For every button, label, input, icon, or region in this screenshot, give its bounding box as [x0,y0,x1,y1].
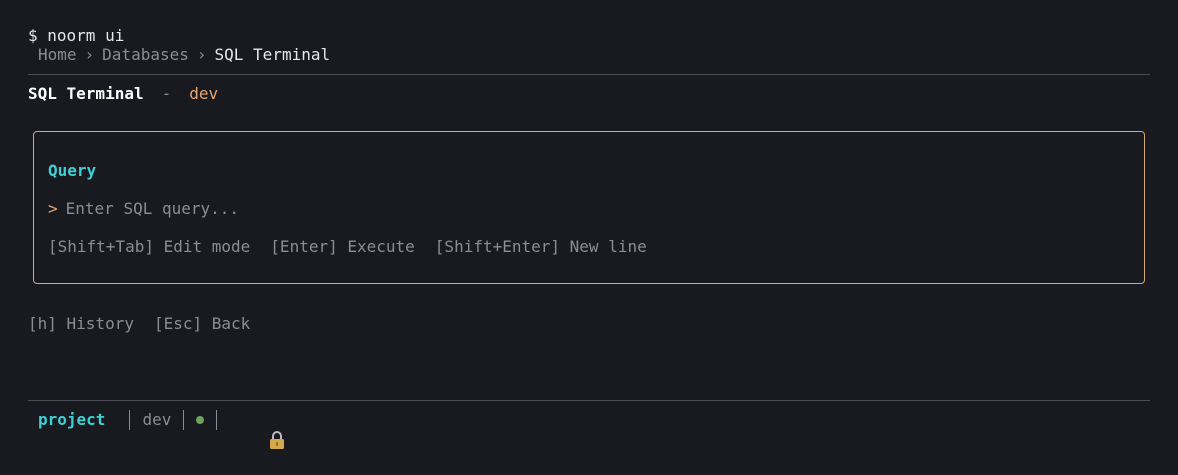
env-label: dev [189,84,219,103]
prompt-caret: > [48,199,58,218]
status-divider [28,400,1150,401]
hint-edit-mode: [Shift+Tab] Edit mode [48,237,251,256]
status-env: dev [142,410,172,429]
page-header: SQL Terminal - dev [28,84,218,104]
breadcrumb-home[interactable]: Home [38,45,77,64]
status-separator [216,410,218,430]
breadcrumb-databases[interactable]: Databases [102,45,189,64]
lock-icon [229,410,284,449]
title-dash: - [161,84,172,103]
back-shortcut[interactable]: [Esc] Back [154,314,250,333]
breadcrumb-separator: › [196,45,207,64]
query-panel: Query > [Shift+Tab] Edit mode [Enter] Exe… [33,131,1145,284]
history-shortcut[interactable]: [h] History [28,314,134,333]
query-panel-title: Query [48,161,97,180]
query-input-row: > [48,199,1046,219]
sql-query-input[interactable] [65,199,1046,219]
terminal-prompt: $ noorm ui [28,26,125,45]
divider [28,74,1150,75]
status-project: project [38,410,106,429]
breadcrumb: Home › Databases › SQL Terminal [38,45,330,65]
status-separator [183,410,185,430]
status-bar: project dev [38,410,284,449]
green-dot-icon [196,416,205,424]
query-hints: [Shift+Tab] Edit mode [Enter] Execute [Shi… [48,237,647,257]
hint-new-line: [Shift+Enter] New line [434,237,647,256]
breadcrumb-current: SQL Terminal [214,45,331,64]
breadcrumb-separator: › [84,45,95,64]
page-title: SQL Terminal [28,84,144,103]
hint-execute: [Enter] Execute [270,237,415,256]
footer-hints: [h] History [Esc] Back [28,314,250,334]
status-separator [129,410,131,430]
